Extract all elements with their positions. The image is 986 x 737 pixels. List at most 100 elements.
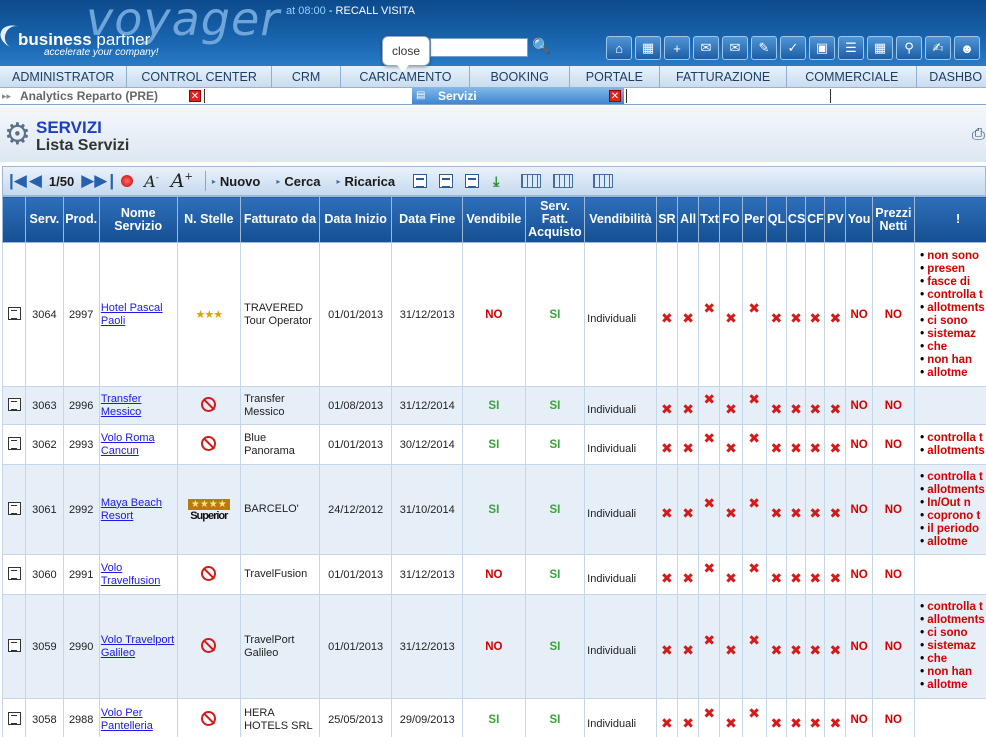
menu-portale[interactable]: PORTALE xyxy=(570,66,660,88)
first-page-icon[interactable]: |◀ xyxy=(9,171,27,191)
main-menu: ADMINISTRATOR CONTROL CENTER CRM CARICAM… xyxy=(0,66,986,88)
notepad-icon[interactable]: ✍ xyxy=(925,36,951,60)
list-icon[interactable]: ☰ xyxy=(838,36,864,60)
view-compact-icon[interactable] xyxy=(465,174,480,188)
edit-icon[interactable] xyxy=(7,566,21,580)
reload-button[interactable]: ▸ Ricarica xyxy=(337,174,396,189)
page-indicator: 1/50 xyxy=(48,173,75,189)
x-mark-icon: ✖ xyxy=(661,505,673,521)
view-detail-icon[interactable] xyxy=(439,174,454,188)
cell-flag: ✖ xyxy=(805,386,826,425)
col-cf[interactable]: CF xyxy=(805,196,826,243)
col-fatturato[interactable]: Fatturato da xyxy=(240,196,320,243)
cell-fatt-acquisto: SI xyxy=(524,464,586,555)
edit-icon[interactable] xyxy=(7,436,21,450)
users-icon[interactable]: ☻ xyxy=(954,36,980,60)
col-serv[interactable]: Serv. xyxy=(25,196,64,243)
col-prod[interactable]: Prod. xyxy=(62,196,100,243)
calendar-add-icon[interactable]: + xyxy=(664,36,690,60)
col-all[interactable]: All xyxy=(676,196,700,243)
font-decrease-icon[interactable]: A- xyxy=(144,172,159,191)
edit-icon[interactable] xyxy=(7,501,21,515)
grid-add-icon[interactable] xyxy=(553,174,574,188)
close-tab-icon[interactable]: ✕ xyxy=(189,90,201,102)
cell-data-inizio: 01/08/2013 xyxy=(318,386,393,425)
calendar-icon[interactable]: ▦ xyxy=(635,36,661,60)
font-increase-icon[interactable]: A+ xyxy=(171,170,193,192)
search-button[interactable]: ▸ Cerca xyxy=(276,174,320,189)
next-page-icon[interactable]: ▶▶ xyxy=(81,171,107,191)
tab-servizi[interactable]: ▤ Servizi xyxy=(412,88,624,104)
edit-icon[interactable] xyxy=(7,711,21,725)
x-mark-icon: ✖ xyxy=(829,570,842,586)
col-vendibile[interactable]: Vendibile xyxy=(462,196,526,243)
menu-crm[interactable]: CRM xyxy=(272,66,342,88)
magnifier-icon[interactable]: ⚲ xyxy=(896,36,922,60)
col-sr[interactable]: SR xyxy=(655,196,678,243)
edit-icon[interactable] xyxy=(7,397,21,411)
menu-booking[interactable]: BOOKING xyxy=(470,66,570,88)
col-ql[interactable]: QL xyxy=(765,196,787,243)
calculator-icon[interactable]: ▦ xyxy=(867,36,893,60)
tab-analytics[interactable]: ▸▸ Analytics Reparto (PRE) xyxy=(0,88,202,104)
warning-item: controlla t xyxy=(916,432,986,445)
record-icon[interactable] xyxy=(121,175,134,187)
warning-item: presen xyxy=(916,263,986,276)
col-nome-servizio[interactable]: Nome Servizio xyxy=(98,196,178,243)
checklist-icon[interactable]: ✓ xyxy=(780,36,806,60)
cell-flag: ✖ xyxy=(719,424,743,465)
cell-stelle xyxy=(176,554,242,595)
grid-check-icon[interactable] xyxy=(521,174,542,188)
col-vendibilita[interactable]: Vendibilità xyxy=(584,196,657,243)
edit-icon[interactable] xyxy=(7,306,21,320)
cell-vendibile: NO xyxy=(462,594,526,699)
new-button[interactable]: ▸ Nuovo xyxy=(212,174,260,189)
recall-notice[interactable]: at 08:00 - RECALL VISITA xyxy=(286,5,415,17)
briefcase-icon[interactable]: ▣ xyxy=(809,36,835,60)
col-warnings[interactable]: ! xyxy=(914,196,986,243)
x-mark-icon: ✖ xyxy=(725,642,737,658)
close-tab-icon[interactable]: ✕ xyxy=(609,90,621,102)
col-fo[interactable]: FO xyxy=(719,196,743,243)
col-data-inizio[interactable]: Data Inizio xyxy=(318,196,393,243)
menu-commerciale[interactable]: COMMERCIALE xyxy=(787,66,918,88)
grid-export-icon[interactable] xyxy=(593,174,614,188)
service-name-link[interactable]: Volo Travelfusion xyxy=(101,562,161,587)
forbidden-icon xyxy=(201,435,217,451)
col-per[interactable]: Per xyxy=(741,196,767,243)
col-stelle[interactable]: N. Stelle xyxy=(176,196,242,243)
cell-flag: ✖ xyxy=(698,424,721,465)
col-txt[interactable]: Txt xyxy=(698,196,721,243)
last-page-icon[interactable]: | xyxy=(109,171,114,191)
col-you[interactable]: You xyxy=(845,196,873,243)
col-data-fine[interactable]: Data Fine xyxy=(391,196,464,243)
prev-page-icon[interactable]: ◀ xyxy=(29,171,42,191)
menu-dashboard[interactable]: DASHBO xyxy=(917,66,986,88)
cell-action xyxy=(2,698,27,737)
menu-administrator[interactable]: ADMINISTRATOR xyxy=(0,66,128,88)
service-name-link[interactable]: Volo Per Pantelleria xyxy=(101,707,153,732)
service-name-link[interactable]: Volo Travelport Galileo xyxy=(101,634,174,659)
x-mark-icon: ✖ xyxy=(748,705,761,721)
menu-control-center[interactable]: CONTROL CENTER xyxy=(127,66,272,88)
service-name-link[interactable]: Volo Roma Cancun xyxy=(101,432,155,457)
col-cs[interactable]: CS xyxy=(785,196,807,243)
col-serv-fatt-acquisto[interactable]: Serv. Fatt. Acquisto xyxy=(524,196,586,243)
edit-icon[interactable] xyxy=(7,638,21,652)
mail-in-icon[interactable]: ✉ xyxy=(693,36,719,60)
col-pv[interactable]: PV xyxy=(824,196,847,243)
service-name-link[interactable]: Transfer Messico xyxy=(101,393,142,418)
service-name-link[interactable]: Maya Beach Resort xyxy=(101,497,162,522)
service-name-link[interactable]: Hotel Pascal Paoli xyxy=(101,302,163,327)
download-icon[interactable]: ⤓ xyxy=(493,173,499,190)
view-list-icon[interactable] xyxy=(413,174,428,188)
col-prezzi-netti[interactable]: Prezzi Netti xyxy=(871,196,916,243)
mail-out-icon[interactable]: ✉ xyxy=(722,36,748,60)
home-icon[interactable]: ⌂ xyxy=(606,36,632,60)
pen-icon[interactable]: ✎ xyxy=(751,36,777,60)
search-input[interactable] xyxy=(430,38,528,57)
search-icon[interactable]: 🔍 xyxy=(532,37,552,57)
print-icon[interactable]: ⎙ xyxy=(972,126,985,144)
tab-separator xyxy=(626,89,627,103)
menu-fatturazione[interactable]: FATTURAZIONE xyxy=(660,66,788,88)
